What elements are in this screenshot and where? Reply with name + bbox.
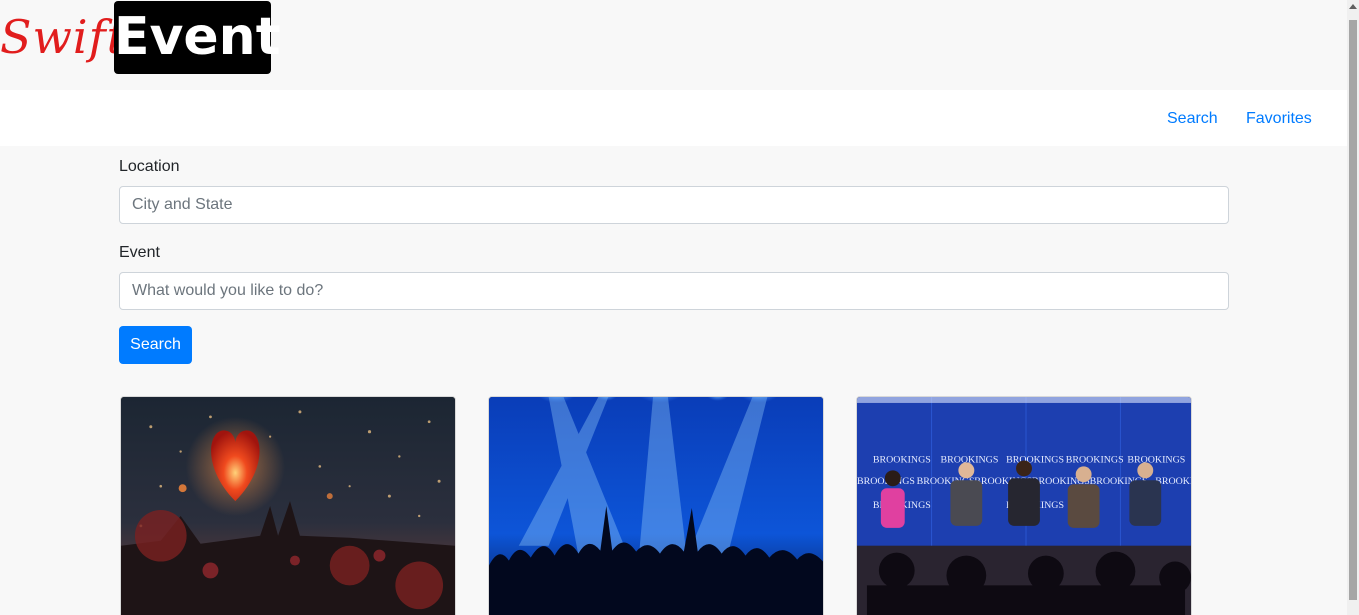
brookings-panel-discussion-image: BROOKINGS BROOKINGS BROOKINGS BROOKINGS BRO…: [857, 397, 1191, 615]
event-card[interactable]: [120, 396, 456, 615]
page-scrollbar[interactable]: [1347, 0, 1359, 615]
sky-lantern-festival-image: [121, 397, 455, 615]
event-label: Event: [119, 244, 160, 261]
location-label: Location: [119, 158, 180, 175]
svg-text:BROOKINGS: BROOKINGS: [873, 454, 931, 465]
scrollbar-thumb[interactable]: [1349, 20, 1357, 600]
navbar: Search Favorites: [0, 90, 1347, 146]
nav-search-link[interactable]: Search: [1167, 109, 1218, 129]
search-button[interactable]: Search: [119, 326, 192, 364]
scroll-up-arrow-icon[interactable]: [1349, 4, 1357, 9]
logo-bar: Swift Event: [0, 0, 1347, 90]
svg-text:BROOKINGS: BROOKINGS: [1066, 454, 1124, 465]
svg-text:BROOKINGS: BROOKINGS: [1006, 454, 1064, 465]
event-card[interactable]: BROOKINGS BROOKINGS BROOKINGS BROOKINGS BRO…: [856, 396, 1192, 615]
event-card[interactable]: [488, 396, 824, 615]
logo-event-badge: Event: [114, 1, 281, 74]
svg-text:BROOKINGS: BROOKINGS: [1127, 454, 1185, 465]
logo-swift-text: Swift: [0, 10, 127, 64]
event-input[interactable]: [119, 272, 1229, 310]
nav-favorites-link[interactable]: Favorites: [1246, 109, 1312, 129]
location-input[interactable]: [119, 186, 1229, 224]
concert-crowd-image: [489, 397, 823, 615]
